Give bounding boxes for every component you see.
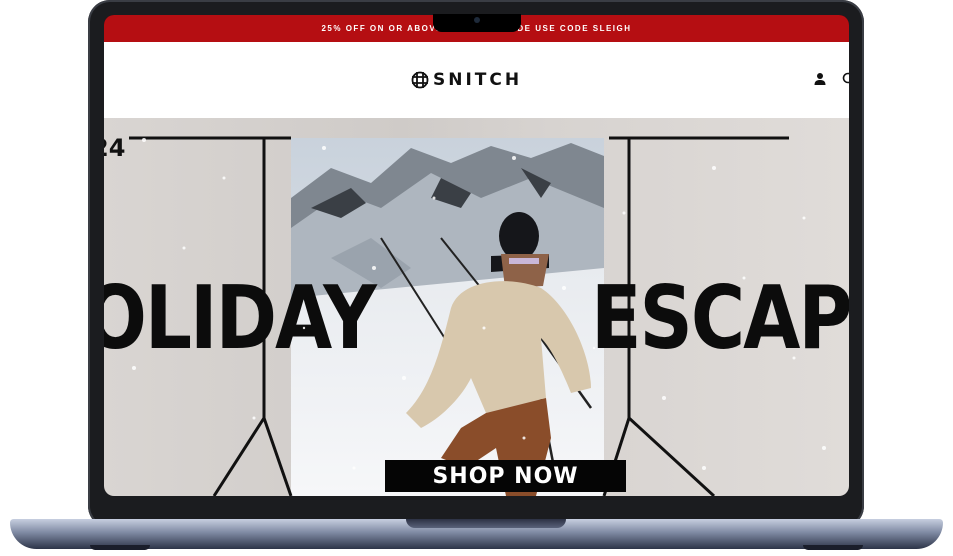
trackpad-notch — [406, 519, 566, 528]
browser-viewport: 25% OFF ON OR ABOVE ₹2999 SITEWIDE USE C… — [104, 15, 849, 496]
laptop-foot-left — [90, 545, 150, 550]
camera-notch — [433, 14, 521, 32]
user-icon[interactable] — [813, 72, 827, 86]
hero-year: 24 — [104, 134, 126, 162]
hero-headline-left: OLIDAY — [104, 267, 377, 370]
laptop-frame: 25% OFF ON OR ABOVE ₹2999 SITEWIDE USE C… — [0, 0, 953, 556]
laptop-base — [10, 519, 943, 550]
shop-now-button[interactable]: SHOP NOW — [385, 460, 626, 492]
brand-name: SNITCH — [433, 70, 523, 90]
brand-logo[interactable]: SNITCH — [411, 69, 522, 91]
camera-icon — [474, 17, 480, 23]
hero-headline-right: ESCAPE — [591, 267, 849, 370]
site-header: SNITCH — [104, 42, 849, 118]
laptop-foot-right — [803, 545, 863, 550]
hero-banner[interactable]: 24 OLIDAY ESCAPE SHOP NOW — [104, 118, 849, 496]
brand-mark-icon — [411, 71, 429, 89]
cart-icon[interactable] — [842, 72, 849, 86]
